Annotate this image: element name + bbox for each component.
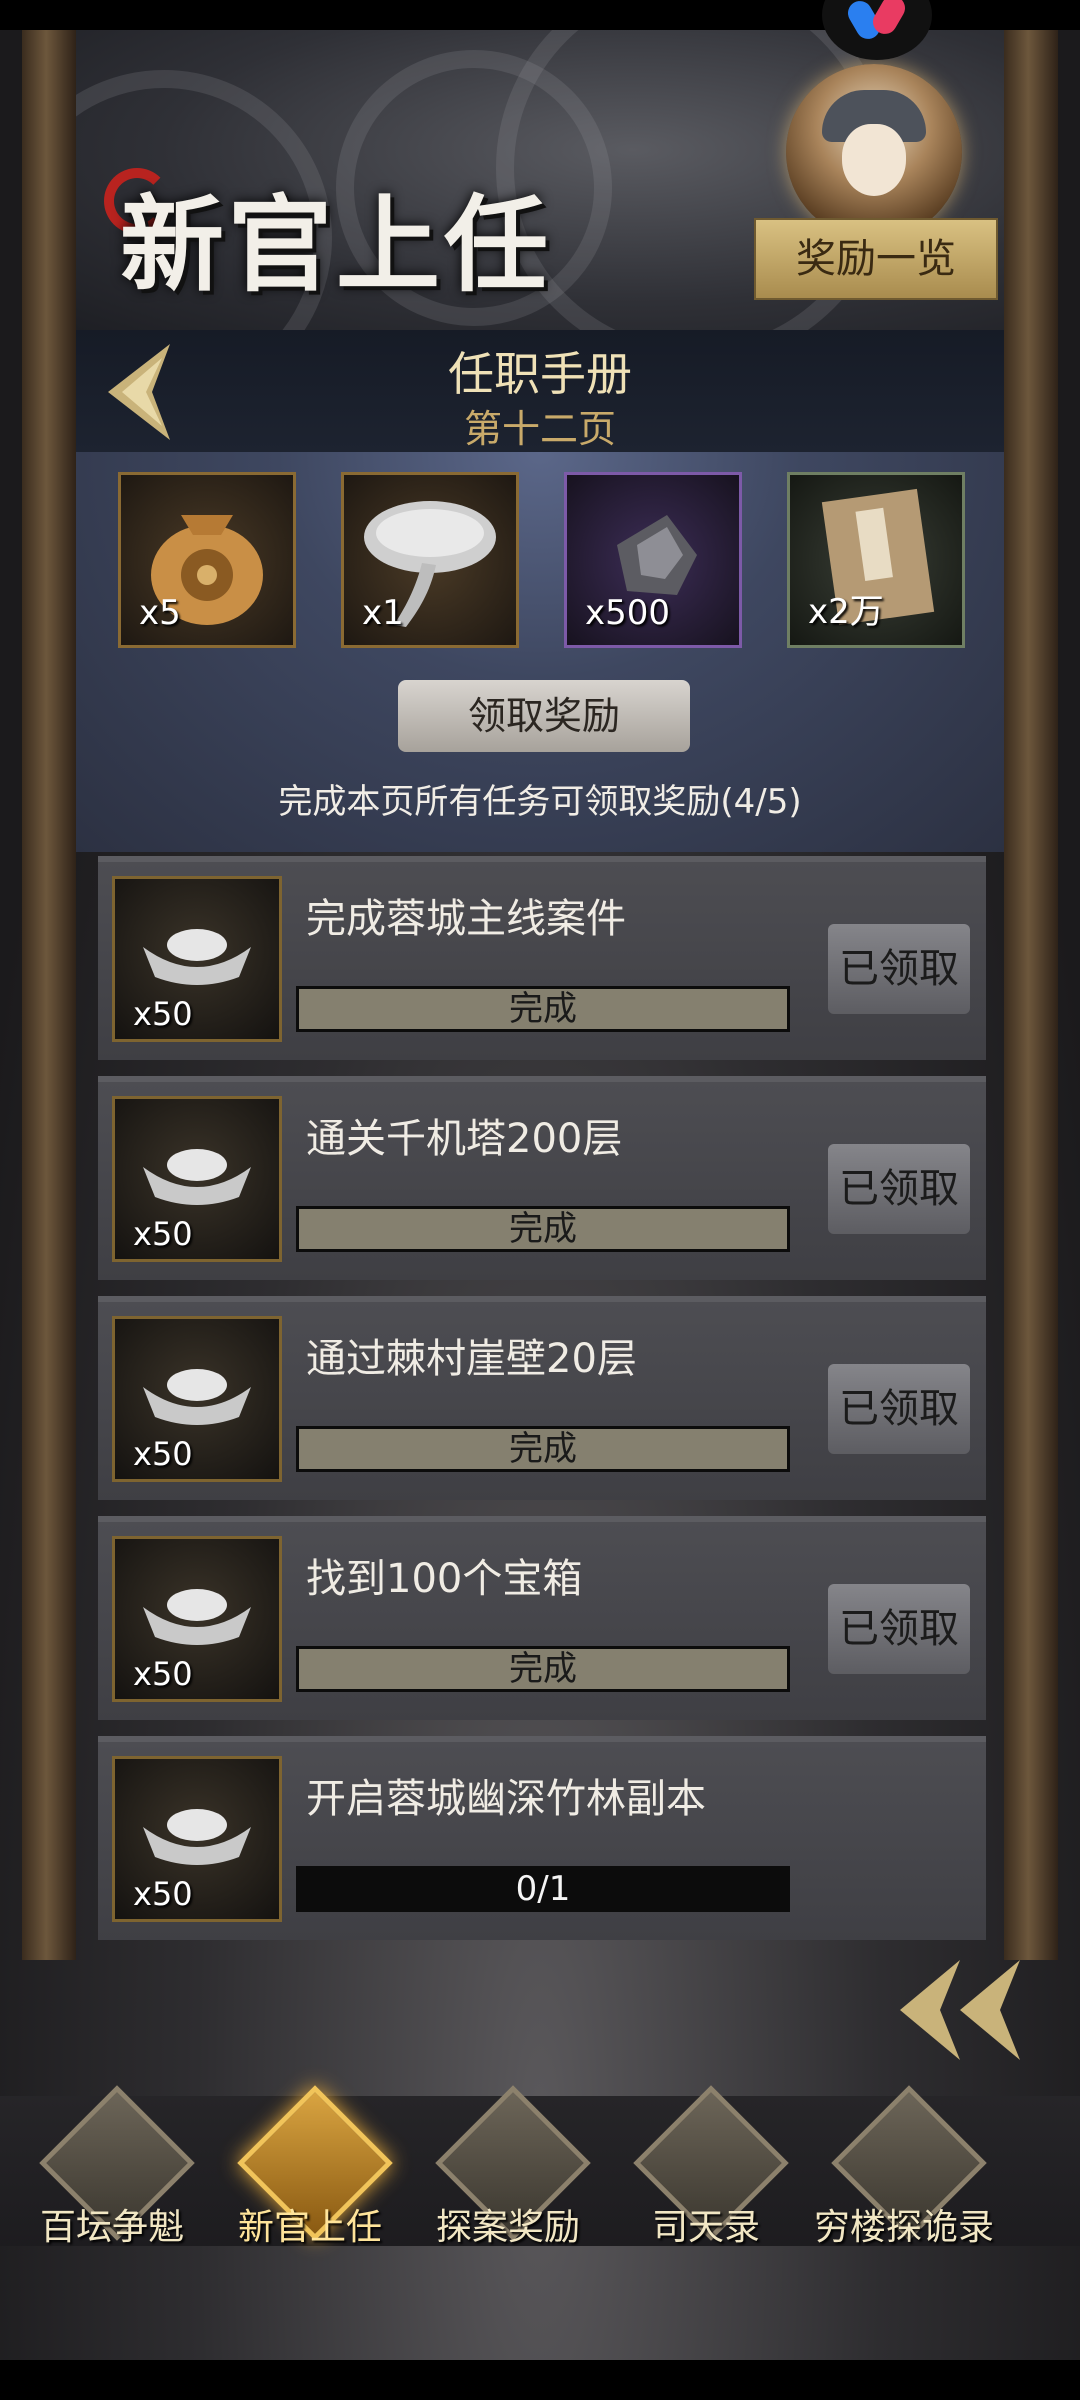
task-row: x50 开启蓉城幽深竹林副本 0/1 bbox=[98, 1736, 986, 1940]
left-pillar bbox=[22, 30, 76, 1960]
task-name: 开启蓉城幽深竹林副本 bbox=[306, 1776, 706, 1822]
task-name: 找到100个宝箱 bbox=[306, 1556, 583, 1602]
nav-label: 穷楼探诡录 bbox=[813, 2207, 994, 2248]
task-reward-qty: x50 bbox=[133, 995, 193, 1033]
task-reward-icon[interactable]: x50 bbox=[112, 1316, 282, 1482]
task-reward-qty: x50 bbox=[133, 1655, 193, 1693]
nav-label: 百坛争魁 bbox=[39, 2207, 184, 2248]
silver-ingot-icon bbox=[143, 929, 251, 985]
silver-ingot-icon bbox=[143, 1809, 251, 1865]
nav-label: 探案奖励 bbox=[435, 2207, 580, 2248]
silver-ingot-icon bbox=[143, 1369, 251, 1425]
nav-item-tanan[interactable]: 探案奖励 bbox=[410, 2085, 591, 2250]
nav-label: 新官上任 bbox=[237, 2207, 382, 2248]
task-claimed-button[interactable]: 已领取 bbox=[828, 1584, 970, 1674]
double-chevron-left-icon[interactable] bbox=[880, 1950, 1040, 2070]
task-claimed-button[interactable]: 已领取 bbox=[828, 1144, 970, 1234]
task-row: x50 通过棘村崖壁20层 完成 已领取 bbox=[98, 1296, 986, 1500]
reward-item-slot[interactable]: x2万 bbox=[787, 472, 965, 648]
reward-item-slot[interactable]: x500 bbox=[564, 472, 742, 648]
task-progress-bar: 完成 bbox=[296, 1426, 790, 1472]
task-progress-label: 完成 bbox=[509, 1649, 577, 1689]
page-number-label: 第十二页 bbox=[463, 407, 616, 451]
character-avatar[interactable] bbox=[786, 64, 962, 240]
task-reward-qty: x50 bbox=[133, 1875, 193, 1913]
task-reward-qty: x50 bbox=[133, 1215, 193, 1253]
task-progress-label: 完成 bbox=[509, 989, 577, 1029]
task-name: 通关千机塔200层 bbox=[306, 1116, 623, 1162]
task-progress-bar: 完成 bbox=[296, 986, 790, 1032]
silver-ingot-icon bbox=[143, 1149, 251, 1205]
nav-label: 司天录 bbox=[651, 2207, 760, 2248]
task-reward-icon[interactable]: x50 bbox=[112, 1536, 282, 1702]
task-progress-label: 完成 bbox=[509, 1429, 577, 1469]
nav-item-baitan[interactable]: 百坛争魁 bbox=[14, 2085, 195, 2250]
nav-item-sitianlu[interactable]: 司天录 bbox=[608, 2085, 789, 2250]
claim-reward-button[interactable]: 领取奖励 bbox=[398, 680, 690, 752]
task-reward-qty: x50 bbox=[133, 1435, 193, 1473]
task-progress-label: 完成 bbox=[509, 1209, 577, 1249]
reward-item-slot[interactable]: x5 bbox=[118, 472, 296, 648]
page-progress-text: 完成本页所有任务可领取奖励(4/5) bbox=[278, 782, 802, 822]
task-reward-icon[interactable]: x50 bbox=[112, 1096, 282, 1262]
system-nav-bar bbox=[0, 2360, 1080, 2400]
reward-list-button[interactable]: 奖励一览 bbox=[754, 218, 998, 300]
task-name: 通过棘村崖壁20层 bbox=[306, 1336, 637, 1382]
task-reward-icon[interactable]: x50 bbox=[112, 1756, 282, 1922]
reward-qty: x500 bbox=[585, 593, 671, 633]
task-row: x50 完成蓉城主线案件 完成 已领取 bbox=[98, 856, 986, 1060]
handbook-title: 任职手册 bbox=[448, 347, 632, 401]
task-progress-label: 0/1 bbox=[515, 1869, 571, 1909]
nav-item-qionglou[interactable]: 穷楼探诡录 bbox=[806, 2085, 994, 2250]
right-pillar bbox=[1004, 30, 1058, 1960]
reward-item-slot[interactable]: x1 bbox=[341, 472, 519, 648]
task-claimed-button[interactable]: 已领取 bbox=[828, 1364, 970, 1454]
task-progress-bar: 0/1 bbox=[296, 1866, 790, 1912]
nav-item-xinguan[interactable]: 新官上任 bbox=[212, 2085, 393, 2250]
reward-qty: x2万 bbox=[808, 592, 884, 632]
task-claimed-button[interactable]: 已领取 bbox=[828, 924, 970, 1014]
task-reward-icon[interactable]: x50 bbox=[112, 876, 282, 1042]
reward-qty: x5 bbox=[139, 593, 181, 633]
task-row: x50 找到100个宝箱 完成 已领取 bbox=[98, 1516, 986, 1720]
task-progress-bar: 完成 bbox=[296, 1206, 790, 1252]
task-progress-bar: 完成 bbox=[296, 1646, 790, 1692]
task-row: x50 通关千机塔200层 完成 已领取 bbox=[98, 1076, 986, 1280]
silver-ingot-icon bbox=[143, 1589, 251, 1645]
reward-qty: x1 bbox=[362, 593, 404, 633]
task-name: 完成蓉城主线案件 bbox=[306, 896, 626, 942]
event-title: 新官上任 bbox=[120, 183, 553, 306]
